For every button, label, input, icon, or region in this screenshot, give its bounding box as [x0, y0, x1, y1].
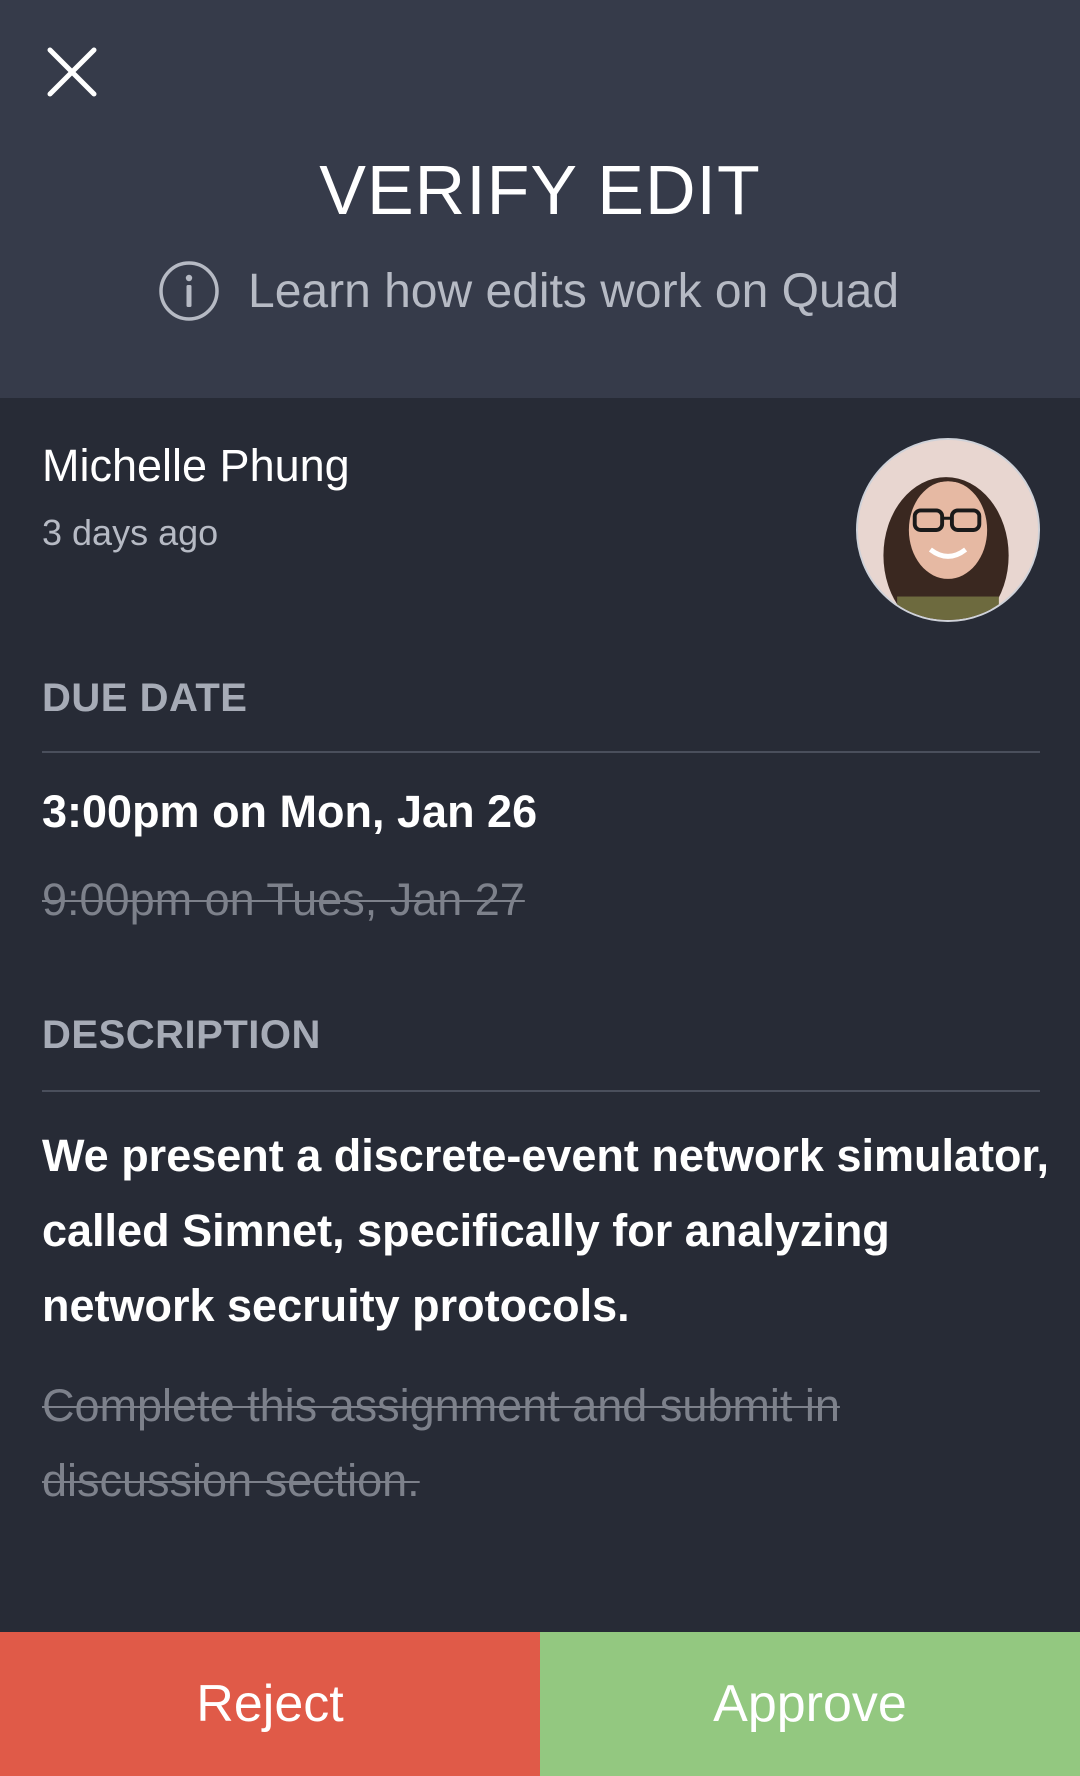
description-label: DESCRIPTION [42, 1013, 321, 1057]
author-name: Michelle Phung [42, 440, 350, 491]
reject-button[interactable]: Reject [0, 1632, 540, 1776]
close-icon [47, 47, 97, 97]
description-old-value: Complete this assignment and submit in d… [42, 1380, 840, 1506]
learn-how-edits-link[interactable]: Learn how edits work on Quad [158, 258, 899, 324]
divider [42, 751, 1040, 753]
divider [42, 1090, 1040, 1092]
approve-button[interactable]: Approve [540, 1632, 1080, 1776]
edit-timestamp: 3 days ago [42, 512, 219, 553]
learn-link-text: Learn how edits work on Quad [248, 264, 900, 318]
description-new-value: We present a discrete-event network simu… [42, 1130, 1050, 1331]
page-title: VERIFY EDIT [319, 151, 761, 229]
due-date-old-value: 9:00pm on Tues, Jan 27 [42, 874, 525, 925]
due-date-new-value: 3:00pm on Mon, Jan 26 [42, 786, 538, 837]
action-bar: Reject Approve [0, 1632, 1080, 1776]
due-date-label: DUE DATE [42, 676, 248, 720]
avatar [856, 438, 1040, 622]
header: VERIFY EDIT Learn how edits work on Quad [0, 0, 1080, 398]
close-button[interactable] [42, 42, 102, 102]
info-icon [158, 260, 220, 322]
